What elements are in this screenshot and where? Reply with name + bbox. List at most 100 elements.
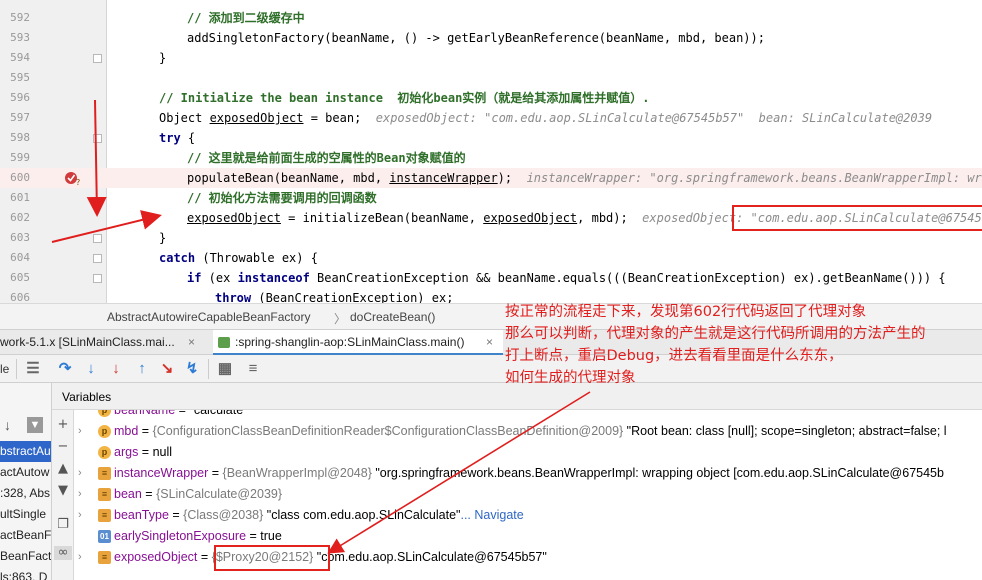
- move-down-icon[interactable]: ▼: [56, 484, 70, 498]
- code-token: if: [187, 271, 202, 285]
- code-line[interactable]: 592 // 添加到二级缓存中: [0, 8, 982, 28]
- drop-frame-icon[interactable]: ↘: [158, 360, 176, 378]
- settings-icon[interactable]: ≡: [244, 360, 262, 378]
- line-number[interactable]: 606: [0, 288, 30, 303]
- navigate-link[interactable]: ... Navigate: [460, 508, 523, 522]
- variables-list[interactable]: p beanName = "calculate" › p mbd = {Configur…: [74, 410, 982, 580]
- code-token: // 添加到二级缓存中: [187, 11, 305, 25]
- frames-arrow-icon[interactable]: ↓: [4, 417, 11, 433]
- stack-frame[interactable]: :328, Abs: [0, 483, 51, 504]
- breadcrumb-method[interactable]: doCreateBean(): [350, 310, 435, 324]
- code-editor[interactable]: 592 // 添加到二级缓存中 593 addSingletonFactory(bea…: [0, 0, 982, 303]
- code-line[interactable]: 605 if (ex instanceof BeanCreationExcepti…: [0, 268, 982, 288]
- expand-chevron-icon[interactable]: ›: [78, 484, 82, 505]
- variable-row[interactable]: p args = null: [74, 442, 982, 463]
- code-line[interactable]: 604 catch (Throwable ex) {: [0, 248, 982, 268]
- show-execution-point-icon[interactable]: ☰: [24, 360, 42, 378]
- line-number[interactable]: 593: [0, 28, 30, 48]
- code-line[interactable]: 593 addSingletonFactory(beanName, () -> g…: [0, 28, 982, 48]
- stack-frame[interactable]: ultSingle: [0, 504, 51, 525]
- add-watch-icon[interactable]: +: [56, 418, 70, 432]
- copy-icon[interactable]: ❐: [56, 518, 70, 532]
- variable-row[interactable]: 01 earlySingletonExposure = true: [74, 526, 982, 547]
- variable-row[interactable]: › p mbd = {ConfigurationClassBeanDefinitio…: [74, 421, 982, 442]
- variable-text: args = null: [114, 442, 172, 463]
- variable-row[interactable]: › ≡ instanceWrapper = {BeanWrapperImpl@204…: [74, 463, 982, 484]
- line-number[interactable]: 594: [0, 48, 30, 68]
- breakpoint-icon[interactable]: ?: [64, 170, 82, 186]
- variable-row[interactable]: p beanName = "calculate": [74, 410, 982, 421]
- stack-frame[interactable]: BeanFact: [0, 546, 51, 567]
- close-icon[interactable]: ×: [486, 330, 493, 355]
- remove-watch-icon[interactable]: −: [56, 440, 70, 454]
- breadcrumb-separator: 〉: [334, 312, 347, 326]
- stack-frame[interactable]: actBeanF: [0, 525, 51, 546]
- line-number[interactable]: 598: [0, 128, 30, 148]
- breadcrumb-class[interactable]: AbstractAutowireCapableBeanFactory: [107, 310, 310, 324]
- annotation-text: 按正常的流程走下来，发现第602行代码返回了代理对象 那么可以判断，代理对象的产…: [505, 304, 926, 386]
- code-text: }: [159, 228, 166, 248]
- variable-name: mbd: [114, 424, 139, 438]
- code-token: // Initialize the bean instance 初始化bean实…: [159, 91, 650, 105]
- line-number[interactable]: 601: [0, 188, 30, 208]
- line-number[interactable]: 597: [0, 108, 30, 128]
- variable-value: "org.springframework.beans.BeanWrapperIm…: [371, 466, 944, 480]
- frames-panel: ↓ ▼ bstractAut actAutow:328, Abs ultSingle…: [0, 383, 52, 580]
- line-number[interactable]: 599: [0, 148, 30, 168]
- filter-icon[interactable]: ▼: [27, 417, 43, 433]
- expand-chevron-icon[interactable]: ›: [78, 547, 82, 568]
- line-number[interactable]: 596: [0, 88, 30, 108]
- variable-row[interactable]: › ≡ beanType = {Class@2038} "class com.edu…: [74, 505, 982, 526]
- code-line[interactable]: 599 // 这里就是给前面生成的空属性的Bean对象赋值的: [0, 148, 982, 168]
- variable-assign: = "calculate": [175, 410, 248, 417]
- line-number[interactable]: 605: [0, 268, 30, 288]
- fold-marker-icon[interactable]: [93, 234, 102, 243]
- fold-marker-icon[interactable]: [93, 134, 102, 143]
- variable-text: mbd = {ConfigurationClassBeanDefinitionR…: [114, 421, 947, 442]
- move-up-icon[interactable]: ▲: [56, 462, 70, 476]
- run-config-icon: [218, 337, 230, 348]
- line-number[interactable]: 602: [0, 208, 30, 228]
- variable-row[interactable]: › ≡ bean = {SLinCalculate@2039}: [74, 484, 982, 505]
- code-line[interactable]: 600 populateBean(beanName, mbd, instanceW…: [0, 168, 982, 188]
- expand-chevron-icon[interactable]: ›: [78, 421, 82, 442]
- run-to-cursor-icon[interactable]: ↯: [183, 360, 201, 378]
- parameter-icon: p: [98, 446, 111, 459]
- stack-frame[interactable]: actAutow: [0, 462, 51, 483]
- code-token: exposedObject: [187, 211, 281, 225]
- stack-frame[interactable]: ls:863, D: [0, 567, 51, 580]
- code-token: instanceof: [237, 271, 310, 285]
- variable-assign: = null: [138, 445, 173, 459]
- line-number[interactable]: 592: [0, 8, 30, 28]
- line-number[interactable]: 600: [0, 168, 30, 188]
- code-line[interactable]: 595: [0, 68, 982, 88]
- code-token: try: [159, 131, 181, 145]
- code-line[interactable]: 598 try {: [0, 128, 982, 148]
- line-number[interactable]: 604: [0, 248, 30, 268]
- expand-chevron-icon[interactable]: ›: [78, 505, 82, 526]
- tab-session-2[interactable]: :spring-shanglin-aop:SLinMainClass.main(…: [213, 330, 503, 355]
- variables-side-toolbar: + − ▲ ▼ ❐ ∞: [52, 410, 74, 580]
- fold-marker-icon[interactable]: [93, 54, 102, 63]
- step-out-icon[interactable]: ↑: [133, 360, 151, 378]
- line-number[interactable]: 603: [0, 228, 30, 248]
- step-into-icon[interactable]: ↓: [82, 360, 100, 378]
- close-icon[interactable]: ×: [188, 330, 195, 355]
- code-line[interactable]: 594}: [0, 48, 982, 68]
- tab-session-1[interactable]: work-5.1.x [SLinMainClass.mai... ×: [0, 330, 205, 355]
- variable-row[interactable]: › ≡ exposedObject = {$Proxy20@2152} "com.e…: [74, 547, 982, 568]
- variable-name: instanceWrapper: [114, 466, 209, 480]
- expand-chevron-icon[interactable]: ›: [78, 463, 82, 484]
- stack-frame[interactable]: bstractAut: [0, 441, 51, 462]
- code-line[interactable]: 597 Object exposedObject = bean; exposedO…: [0, 108, 982, 128]
- evaluate-expression-icon[interactable]: ▦: [216, 360, 234, 378]
- fold-marker-icon[interactable]: [93, 254, 102, 263]
- force-step-into-icon[interactable]: ↓: [107, 360, 125, 378]
- fold-marker-icon[interactable]: [93, 274, 102, 283]
- code-line[interactable]: 596 // Initialize the bean instance 初始化be…: [0, 88, 982, 108]
- watches-glasses-icon[interactable]: ∞: [54, 546, 72, 560]
- step-over-icon[interactable]: ↷: [56, 360, 74, 378]
- code-line[interactable]: 603}: [0, 228, 982, 248]
- line-number[interactable]: 595: [0, 68, 30, 88]
- parameter-icon: p: [98, 410, 111, 417]
